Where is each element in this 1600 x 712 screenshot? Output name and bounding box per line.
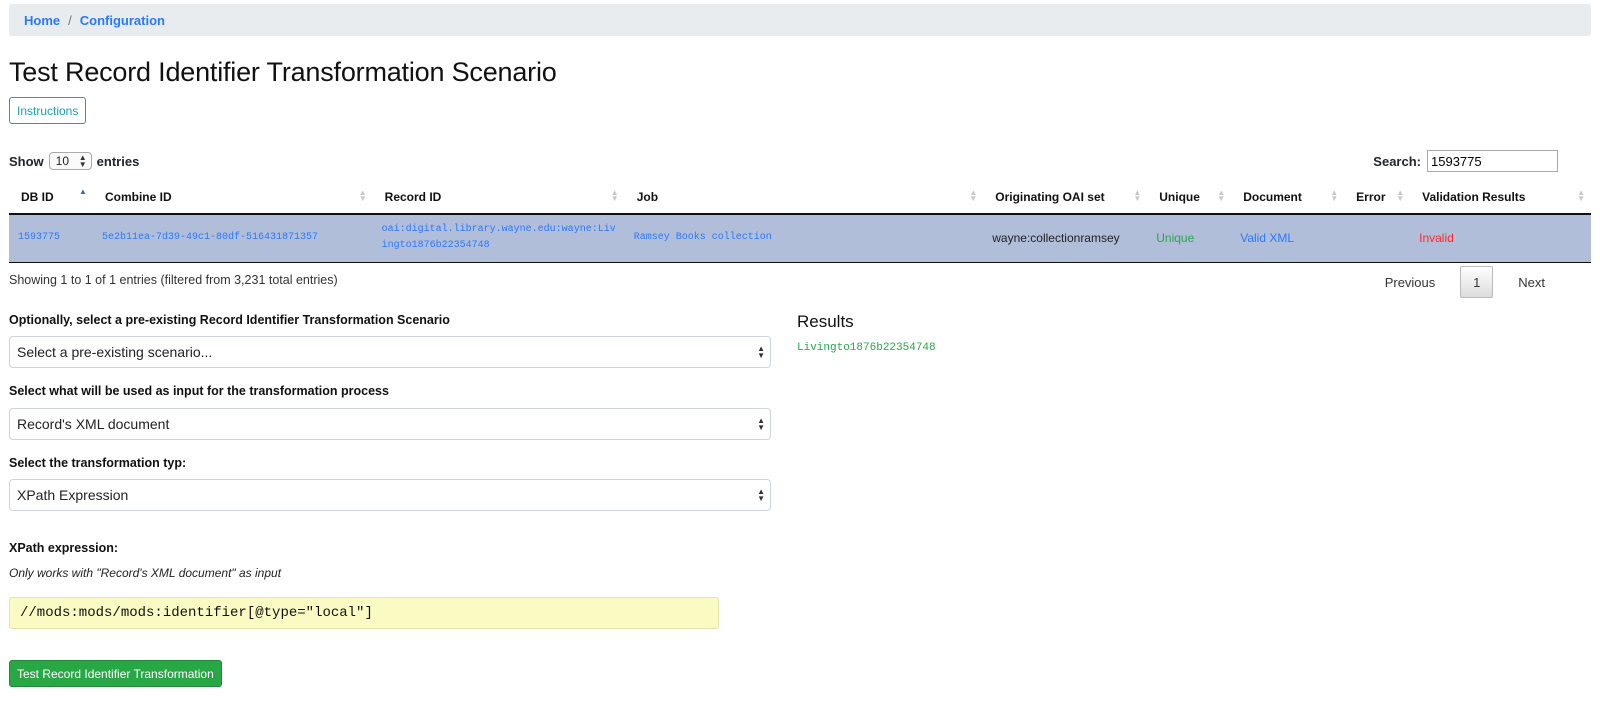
results-title: Results [797, 312, 854, 331]
entries-label: entries [96, 153, 140, 169]
sort-icon: ▲ ▼ [610, 188, 619, 203]
record-id-link[interactable]: oai:digital.library.wayne.edu:wayne:Liv i… [382, 224, 616, 251]
column-header-record-id[interactable]: Record ID ▲ ▼ [372, 181, 625, 215]
xpath-label: XPath expression: [9, 541, 119, 555]
input-select[interactable]: Record's XML document ▲ ▼ [9, 408, 771, 440]
column-header-combine-id[interactable]: Combine ID ▲ ▼ [92, 181, 373, 215]
column-header-label: Document [1243, 190, 1302, 204]
table-row: 1593775 5e2b11ea-7d39-49c1-80df-51643187… [9, 214, 1591, 263]
scenario-select-value: Select a pre-existing scenario... [17, 344, 213, 360]
column-header-db-id[interactable]: DB ID ▲ [9, 181, 93, 215]
record-id-line: ingto1876b22354748 [381, 240, 490, 252]
table-search: Search: [1373, 150, 1558, 172]
select-arrows-icon: ▲ ▼ [757, 487, 765, 503]
cell-error [1344, 214, 1411, 263]
job-link[interactable]: Ramsey Books collection [634, 232, 772, 243]
page-size-select[interactable]: 10 ▲ ▼ [48, 152, 92, 170]
column-header-label: Originating OAI set [995, 190, 1105, 204]
transformation-type-select[interactable]: XPath Expression ▲ ▼ [9, 479, 771, 511]
column-header-unique[interactable]: Unique ▲ ▼ [1147, 181, 1232, 215]
scenario-select[interactable]: Select a pre-existing scenario... ▲ ▼ [9, 336, 771, 368]
show-label: Show [9, 153, 44, 169]
sort-icon: ▲ ▼ [1577, 188, 1585, 203]
oai-set-value: wayne:collectionramsey [992, 231, 1120, 246]
page-title: Test Record Identifier Transformation Sc… [9, 57, 557, 87]
combine-id-link[interactable]: 5e2b11ea-7d39-49c1-80df-516431871357 [102, 232, 318, 243]
instructions-button[interactable]: Instructions [9, 97, 87, 124]
next-page-button[interactable]: Next [1505, 267, 1558, 297]
pagination: Previous 1 Next [1372, 266, 1558, 298]
input-select-label: Select what will be used as input for th… [9, 384, 389, 398]
sort-icon: ▲ ▼ [1330, 188, 1339, 203]
cell-oai-set: wayne:collectionramsey [983, 214, 1148, 263]
record-id-line: oai:digital.library.wayne.edu:wayne:Liv [381, 224, 616, 236]
cell-combine-id[interactable]: 5e2b11ea-7d39-49c1-80df-516431871357 [92, 214, 373, 263]
document-link[interactable]: Valid XML [1240, 231, 1294, 245]
table-header-row: DB ID ▲ Combine ID ▲ ▼ Record ID ▲ ▼ Job ▲ ▼ Or… [9, 181, 1591, 215]
records-table: DB ID ▲ Combine ID ▲ ▼ Record ID ▲ ▼ Job ▲ ▼ Or… [9, 181, 1591, 263]
type-select-value: XPath Expression [17, 487, 129, 503]
breadcrumb-configuration-link[interactable]: Configuration [80, 13, 165, 28]
sort-icon: ▲ ▼ [1217, 188, 1226, 203]
column-header-label: Unique [1159, 190, 1200, 204]
cell-document[interactable]: Valid XML [1231, 214, 1345, 263]
cell-job[interactable]: Ramsey Books collection [624, 214, 984, 263]
sort-icon: ▲ ▼ [1133, 188, 1142, 203]
column-header-label: Record ID [384, 190, 442, 204]
breadcrumb-home-link[interactable]: Home [24, 13, 60, 28]
column-header-validation-results[interactable]: Validation Results ▲ ▼ [1410, 181, 1591, 215]
select-arrows-icon: ▲ ▼ [757, 344, 765, 360]
table-info: Showing 1 to 1 of 1 entries (filtered fr… [9, 273, 338, 287]
column-header-label: Validation Results [1422, 190, 1526, 204]
input-select-value: Record's XML document [17, 416, 170, 432]
column-header-label: DB ID [21, 190, 54, 204]
column-header-label: Job [636, 190, 659, 204]
unique-status: Unique [1156, 231, 1195, 246]
cell-record-id[interactable]: oai:digital.library.wayne.edu:wayne:Liv i… [372, 214, 625, 263]
sort-icon: ▲ ▼ [969, 188, 978, 203]
current-page-button[interactable]: 1 [1460, 266, 1494, 298]
search-input[interactable] [1427, 150, 1558, 172]
cell-db-id[interactable]: 1593775 [9, 214, 93, 263]
page-size-value: 10 [55, 154, 70, 168]
show-entries-control: Show 10 ▲ ▼ entries [9, 152, 139, 170]
validation-status-link[interactable]: Invalid [1419, 231, 1454, 245]
column-header-error[interactable]: Error ▲ ▼ [1344, 181, 1411, 215]
results-value: Livingto1876b22354748 [797, 342, 936, 354]
test-transformation-button[interactable]: Test Record Identifier Transformation [9, 660, 222, 687]
column-header-document[interactable]: Document ▲ ▼ [1231, 181, 1345, 215]
cell-unique: Unique [1147, 214, 1232, 263]
db-id-link[interactable]: 1593775 [18, 232, 60, 243]
select-arrows-icon: ▲ ▼ [78, 153, 87, 169]
select-arrows-icon: ▲ ▼ [757, 416, 765, 432]
column-header-job[interactable]: Job ▲ ▼ [624, 181, 984, 215]
xpath-input[interactable] [9, 597, 719, 629]
breadcrumb: Home / Configuration [9, 4, 1591, 36]
cell-validation[interactable]: Invalid [1410, 214, 1591, 263]
breadcrumb-separator: / [68, 12, 72, 28]
column-header-originating-oai-set[interactable]: Originating OAI set ▲ ▼ [983, 181, 1148, 215]
sort-icon: ▲ ▼ [1396, 188, 1405, 203]
column-header-label: Combine ID [104, 190, 172, 204]
previous-page-button[interactable]: Previous [1372, 267, 1449, 297]
sort-ascending-icon: ▲ [79, 187, 87, 196]
xpath-help-text: Only works with "Record's XML document" … [9, 566, 282, 580]
sort-icon: ▲ ▼ [358, 188, 367, 203]
scenario-select-label: Optionally, select a pre-existing Record… [9, 313, 450, 327]
search-label: Search: [1373, 153, 1421, 169]
column-header-label: Error [1356, 190, 1386, 204]
type-select-label: Select the transformation typ: [9, 456, 187, 470]
